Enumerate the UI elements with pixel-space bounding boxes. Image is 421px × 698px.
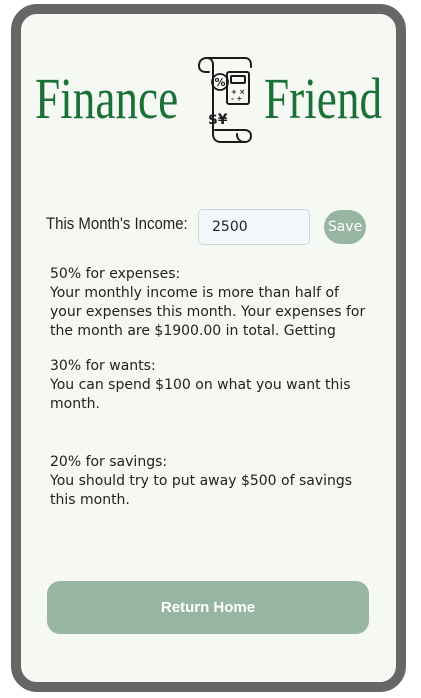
calculator-receipt-icon: % + × - ÷ $¥ [198, 57, 252, 143]
return-home-button[interactable]: Return Home [47, 581, 369, 634]
app-title-friend: Friend [264, 66, 383, 131]
logo-percent: % [214, 76, 225, 89]
wants-section: 30% for wants: You can spend $100 on wha… [50, 357, 370, 414]
logo-currency: $¥ [208, 112, 228, 128]
savings-section: 20% for savings: You should try to put a… [50, 453, 370, 510]
expenses-section: 50% for expenses: Your monthly income is… [50, 265, 370, 341]
wants-body: You can spend $100 on what you want this… [50, 377, 351, 412]
savings-body: You should try to put away $500 of savin… [50, 473, 353, 508]
app-title-finance: Finance [35, 66, 179, 131]
expenses-body: Your monthly income is more than half of… [50, 285, 366, 339]
logo-calc-bottom: - ÷ [231, 95, 242, 103]
savings-heading: 20% for savings: [50, 454, 168, 470]
income-label: This Month's Income: [46, 214, 188, 233]
app-frame: Finance % + × - ÷ $¥ Friend This Month's… [11, 4, 406, 692]
save-button[interactable]: Save [324, 210, 366, 244]
expenses-heading: 50% for expenses: [50, 266, 181, 282]
wants-heading: 30% for wants: [50, 358, 156, 374]
income-input[interactable] [198, 209, 310, 245]
